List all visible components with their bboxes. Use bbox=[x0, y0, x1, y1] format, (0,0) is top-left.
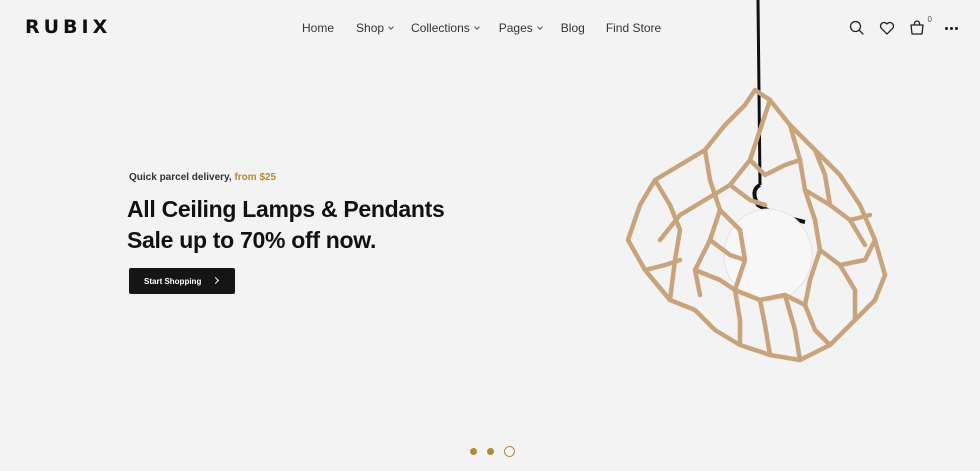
nav-home-label: Home bbox=[302, 21, 335, 35]
eyebrow-accent: from $25 bbox=[234, 172, 277, 183]
nav-blog-label: Blog bbox=[560, 21, 585, 35]
hero-headline: All Ceiling Lamps & Pendants Sale up to … bbox=[127, 194, 547, 256]
nav-pages-label: Pages bbox=[498, 21, 533, 35]
start-shopping-button[interactable]: Start Shopping bbox=[129, 268, 235, 294]
brand-logo[interactable]: RUBIX bbox=[25, 16, 111, 38]
nav-collections-label: Collections bbox=[411, 21, 470, 35]
nav-pages[interactable]: Pages bbox=[498, 21, 543, 35]
nav-collections[interactable]: Collections bbox=[411, 21, 480, 35]
eyebrow-prefix: Quick parcel delivery, bbox=[129, 172, 232, 183]
nav-shop[interactable]: Shop bbox=[356, 21, 394, 35]
headline-line-2: Sale up to 70% off now. bbox=[127, 227, 377, 253]
slider-dot-2[interactable] bbox=[487, 448, 494, 455]
more-dots-icon[interactable] bbox=[944, 19, 958, 37]
nav-shop-label: Shop bbox=[356, 21, 385, 35]
start-shopping-label: Start Shopping bbox=[144, 276, 202, 286]
chevron-down-icon bbox=[473, 23, 480, 30]
headline-line-1: All Ceiling Lamps & Pendants bbox=[127, 196, 445, 222]
nav-blog[interactable]: Blog bbox=[561, 21, 585, 35]
chevron-down-icon bbox=[536, 23, 543, 30]
hero-eyebrow: Quick parcel delivery, from $25 bbox=[129, 172, 276, 183]
nav-home[interactable]: Home bbox=[302, 21, 334, 35]
chevron-down-icon bbox=[388, 23, 394, 30]
slider-pagination bbox=[470, 446, 515, 457]
cart-count-badge: 0 bbox=[927, 15, 932, 24]
pendant-lamp-image bbox=[625, 0, 888, 363]
slider-dot-3-active[interactable] bbox=[504, 446, 515, 457]
slider-dot-1[interactable] bbox=[470, 448, 477, 455]
chevron-right-icon bbox=[211, 276, 220, 285]
